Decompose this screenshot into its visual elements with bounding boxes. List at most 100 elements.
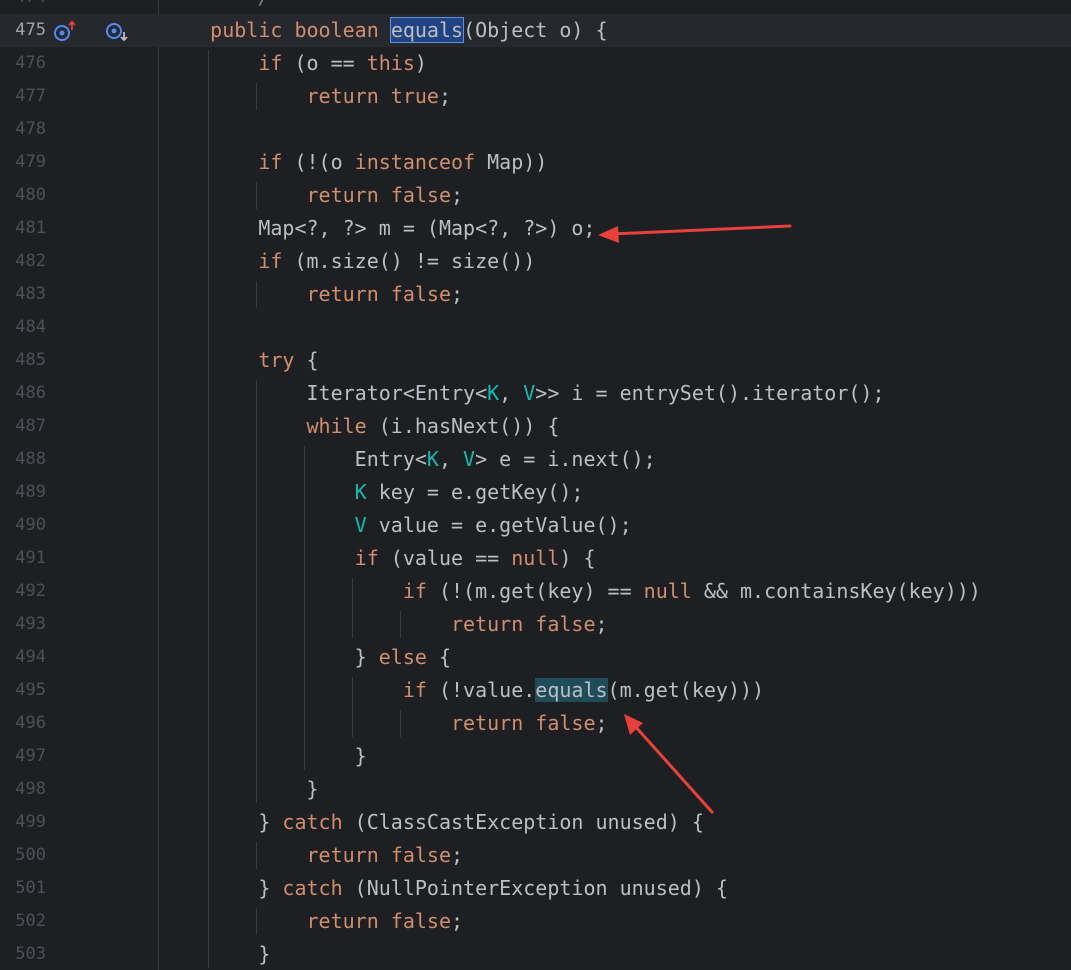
- line-number[interactable]: 496: [0, 707, 46, 740]
- code-line[interactable]: 494 } else {: [0, 641, 1071, 674]
- code-line[interactable]: 500 return false;: [0, 839, 1071, 872]
- code-token: K: [487, 381, 500, 405]
- code-text[interactable]: Entry<K, V> e = i.next();: [162, 443, 656, 476]
- line-number[interactable]: 499: [0, 806, 46, 839]
- line-number[interactable]: 498: [0, 773, 46, 806]
- code-token: }: [162, 876, 283, 900]
- implemented-in-icon[interactable]: [104, 14, 130, 47]
- code-line[interactable]: 503 }: [0, 938, 1071, 970]
- line-number[interactable]: 477: [0, 80, 46, 113]
- line-number[interactable]: 494: [0, 641, 46, 674]
- code-text[interactable]: if (!(o instanceof Map)): [162, 146, 547, 179]
- code-line[interactable]: 487 while (i.hasNext()) {: [0, 410, 1071, 443]
- equals-method-call[interactable]: equals: [535, 678, 608, 702]
- code-text[interactable]: if (m.size() != size()): [162, 245, 535, 278]
- code-text[interactable]: }: [162, 938, 270, 970]
- line-number[interactable]: 474: [0, 0, 46, 14]
- line-number[interactable]: 484: [0, 311, 46, 344]
- code-line[interactable]: 496 return false;: [0, 707, 1071, 740]
- code-line[interactable]: 485 try {: [0, 344, 1071, 377]
- line-number[interactable]: 497: [0, 740, 46, 773]
- code-line[interactable]: 490 V value = e.getValue();: [0, 509, 1071, 542]
- code-text[interactable]: if (!value.equals(m.get(key))): [162, 674, 764, 707]
- code-line[interactable]: 478: [0, 113, 1071, 146]
- code-text[interactable]: V value = e.getValue();: [162, 509, 632, 542]
- code-line[interactable]: 481 Map<?, ?> m = (Map<?, ?>) o;: [0, 212, 1071, 245]
- code-line[interactable]: 493 return false;: [0, 608, 1071, 641]
- line-number[interactable]: 481: [0, 212, 46, 245]
- code-line[interactable]: 499 } catch (ClassCastException unused) …: [0, 806, 1071, 839]
- code-line[interactable]: 486 Iterator<Entry<K, V>> i = entrySet()…: [0, 377, 1071, 410]
- code-line[interactable]: 501 } catch (NullPointerException unused…: [0, 872, 1071, 905]
- line-number[interactable]: 495: [0, 674, 46, 707]
- line-number[interactable]: 503: [0, 938, 46, 970]
- overrides-method-icon[interactable]: [52, 14, 78, 47]
- line-number[interactable]: 478: [0, 113, 46, 146]
- code-line[interactable]: 476 if (o == this): [0, 47, 1071, 80]
- code-line[interactable]: 502 return false;: [0, 905, 1071, 938]
- code-text[interactable]: public boolean equals(Object o) {: [162, 14, 608, 47]
- code-text[interactable]: }: [162, 773, 318, 806]
- line-number[interactable]: 490: [0, 509, 46, 542]
- code-line[interactable]: 495 if (!value.equals(m.get(key))): [0, 674, 1071, 707]
- line-number[interactable]: 489: [0, 476, 46, 509]
- line-number[interactable]: 483: [0, 278, 46, 311]
- code-line[interactable]: 489 K key = e.getKey();: [0, 476, 1071, 509]
- code-token: ,: [438, 447, 464, 471]
- code-token: (i.hasNext()) {: [366, 414, 560, 438]
- line-number[interactable]: 485: [0, 344, 46, 377]
- code-line[interactable]: 483 return false;: [0, 278, 1071, 311]
- code-line[interactable]: 475 public boolean equals(Object o) {: [0, 14, 1071, 47]
- code-line[interactable]: 488 Entry<K, V> e = i.next();: [0, 443, 1071, 476]
- code-text[interactable]: Iterator<Entry<K, V>> i = entrySet().ite…: [162, 377, 884, 410]
- code-text[interactable]: K key = e.getKey();: [162, 476, 584, 509]
- line-number[interactable]: 480: [0, 179, 46, 212]
- line-number[interactable]: 487: [0, 410, 46, 443]
- line-number[interactable]: 492: [0, 575, 46, 608]
- line-number[interactable]: 491: [0, 542, 46, 575]
- code-line[interactable]: 479 if (!(o instanceof Map)): [0, 146, 1071, 179]
- code-text[interactable]: Map<?, ?> m = (Map<?, ?>) o;: [162, 212, 595, 245]
- code-text[interactable]: } catch (ClassCastException unused) {: [162, 806, 704, 839]
- code-text[interactable]: } else {: [162, 641, 451, 674]
- line-number[interactable]: 476: [0, 47, 46, 80]
- code-text[interactable]: return false;: [162, 608, 608, 641]
- code-text[interactable]: } catch (NullPointerException unused) {: [162, 872, 728, 905]
- line-number[interactable]: 501: [0, 872, 46, 905]
- line-number[interactable]: 493: [0, 608, 46, 641]
- code-text[interactable]: if (value == null) {: [162, 542, 596, 575]
- line-number[interactable]: 488: [0, 443, 46, 476]
- code-line[interactable]: 482 if (m.size() != size()): [0, 245, 1071, 278]
- code-line[interactable]: 491 if (value == null) {: [0, 542, 1071, 575]
- line-number[interactable]: 482: [0, 245, 46, 278]
- code-token: Map<?, ?> m = (Map<?, ?>) o;: [162, 216, 596, 240]
- code-text[interactable]: if (o == this): [162, 47, 427, 80]
- line-number[interactable]: 479: [0, 146, 46, 179]
- code-text[interactable]: while (i.hasNext()) {: [162, 410, 560, 443]
- code-token: Entry<: [162, 447, 427, 471]
- code-text[interactable]: return false;: [162, 707, 608, 740]
- code-line[interactable]: 480 return false;: [0, 179, 1071, 212]
- line-number[interactable]: 475: [0, 14, 46, 47]
- line-number[interactable]: 502: [0, 905, 46, 938]
- line-number[interactable]: 500: [0, 839, 46, 872]
- code-text[interactable]: return true;: [162, 80, 452, 113]
- code-line[interactable]: 484: [0, 311, 1071, 344]
- equals-method-declaration[interactable]: equals: [389, 17, 465, 43]
- code-line[interactable]: 498 }: [0, 773, 1071, 806]
- code-line[interactable]: 474 */: [0, 0, 1071, 14]
- code-text[interactable]: }: [162, 740, 367, 773]
- code-line[interactable]: 497 }: [0, 740, 1071, 773]
- code-token: (o ==: [282, 51, 367, 75]
- code-editor[interactable]: 474 */475 public boolean equals(Object o…: [0, 0, 1071, 970]
- code-text[interactable]: try {: [162, 344, 318, 377]
- code-text[interactable]: */: [162, 0, 270, 14]
- code-line[interactable]: 492 if (!(m.get(key) == null && m.contai…: [0, 575, 1071, 608]
- code-line[interactable]: 477 return true;: [0, 80, 1071, 113]
- code-text[interactable]: if (!(m.get(key) == null && m.containsKe…: [162, 575, 981, 608]
- line-number[interactable]: 486: [0, 377, 46, 410]
